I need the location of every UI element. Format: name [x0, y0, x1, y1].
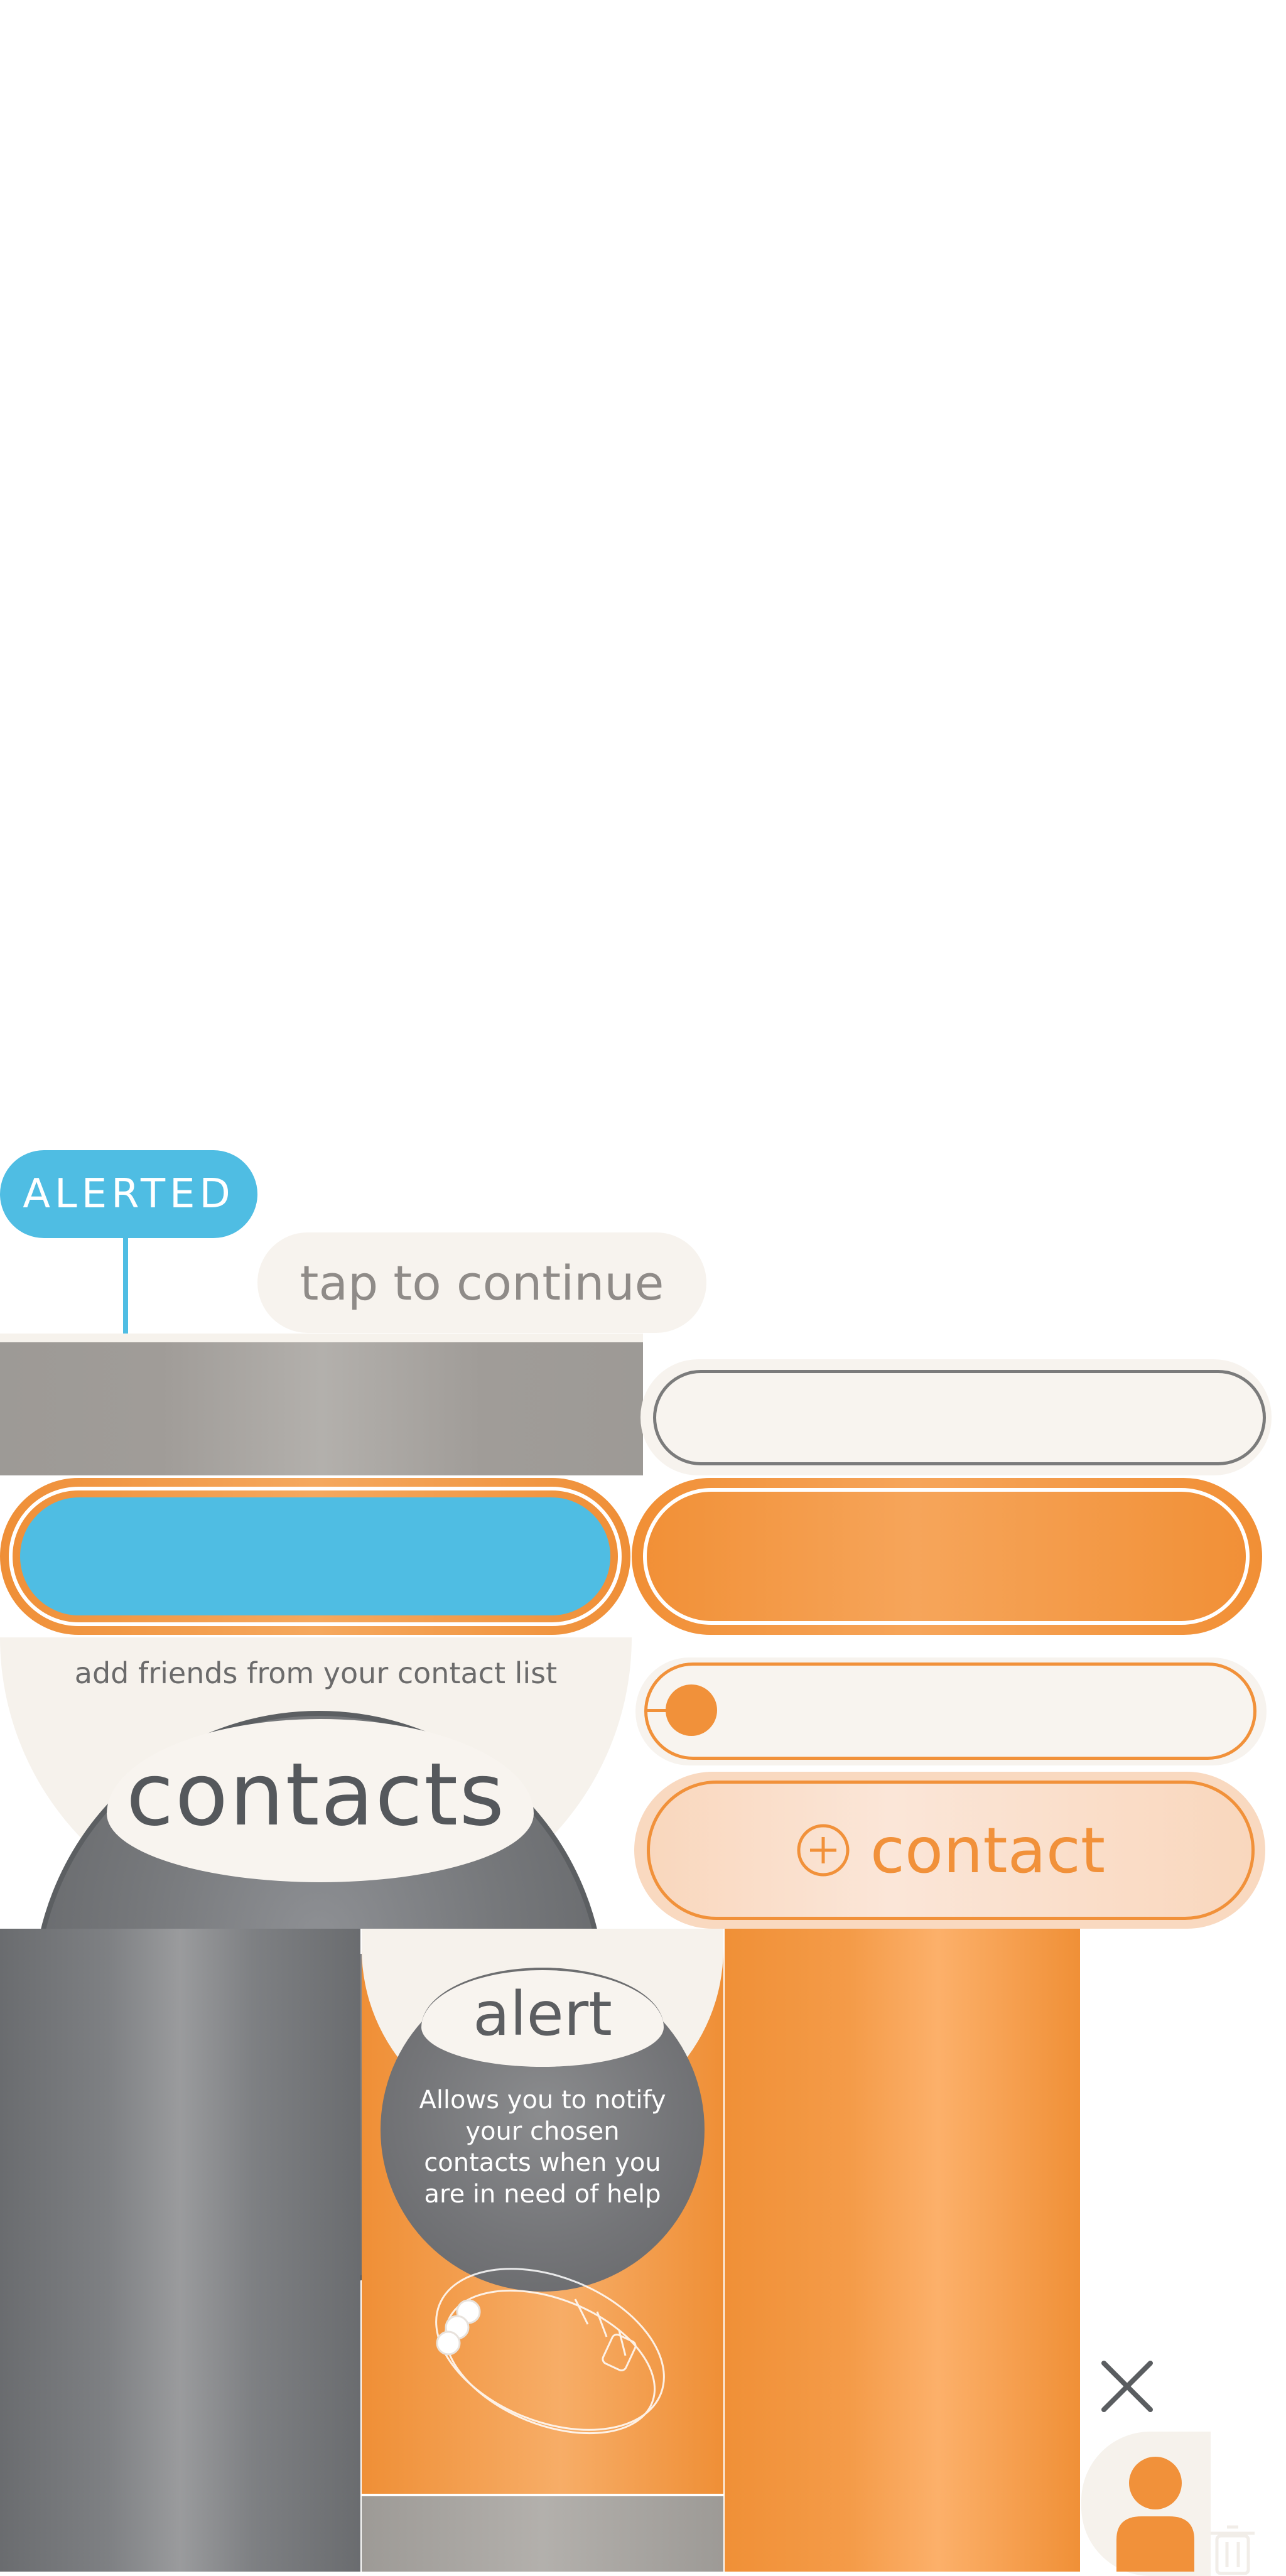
outline-pill-button[interactable]: [653, 1370, 1266, 1465]
gray-bar: [0, 1342, 643, 1475]
alert-description: Allows you to notify your chosen contact…: [419, 2086, 666, 2209]
tap-to-continue-button[interactable]: tap to continue: [257, 1232, 706, 1333]
alert-title: alert: [473, 1979, 612, 2049]
orange-pill-ring: [643, 1488, 1250, 1625]
close-icon[interactable]: [1099, 2358, 1155, 2415]
alerted-badge: ALERTED: [0, 1150, 257, 1238]
alert-panel: alert Allows you to notify your chosen c…: [362, 1929, 723, 2494]
badge-connector: [123, 1237, 128, 1334]
blue-pill-button[interactable]: [20, 1497, 610, 1615]
contacts-subtitle: add friends from your contact list: [74, 1656, 558, 1690]
plus-circle-icon: [797, 1824, 850, 1877]
tap-to-continue-label: tap to continue: [300, 1254, 664, 1311]
toggle-slider-knob[interactable]: [666, 1684, 717, 1736]
contacts-title: contacts: [126, 1744, 506, 1845]
add-contact-label: contact: [870, 1813, 1106, 1887]
trash-icon[interactable]: [1206, 2521, 1260, 2575]
alerted-badge-label: ALERTED: [23, 1171, 235, 1217]
gray-panel: [0, 1929, 360, 2572]
toggle-slider-track[interactable]: [644, 1663, 1256, 1760]
gray-strip: [362, 2496, 723, 2572]
person-icon: [1116, 2457, 1194, 2572]
orange-panel: [725, 1929, 1080, 2572]
gray-bar-cap: [0, 1334, 643, 1342]
add-contact-button[interactable]: contact: [647, 1781, 1255, 1920]
bracelet-icon: [435, 2268, 665, 2435]
